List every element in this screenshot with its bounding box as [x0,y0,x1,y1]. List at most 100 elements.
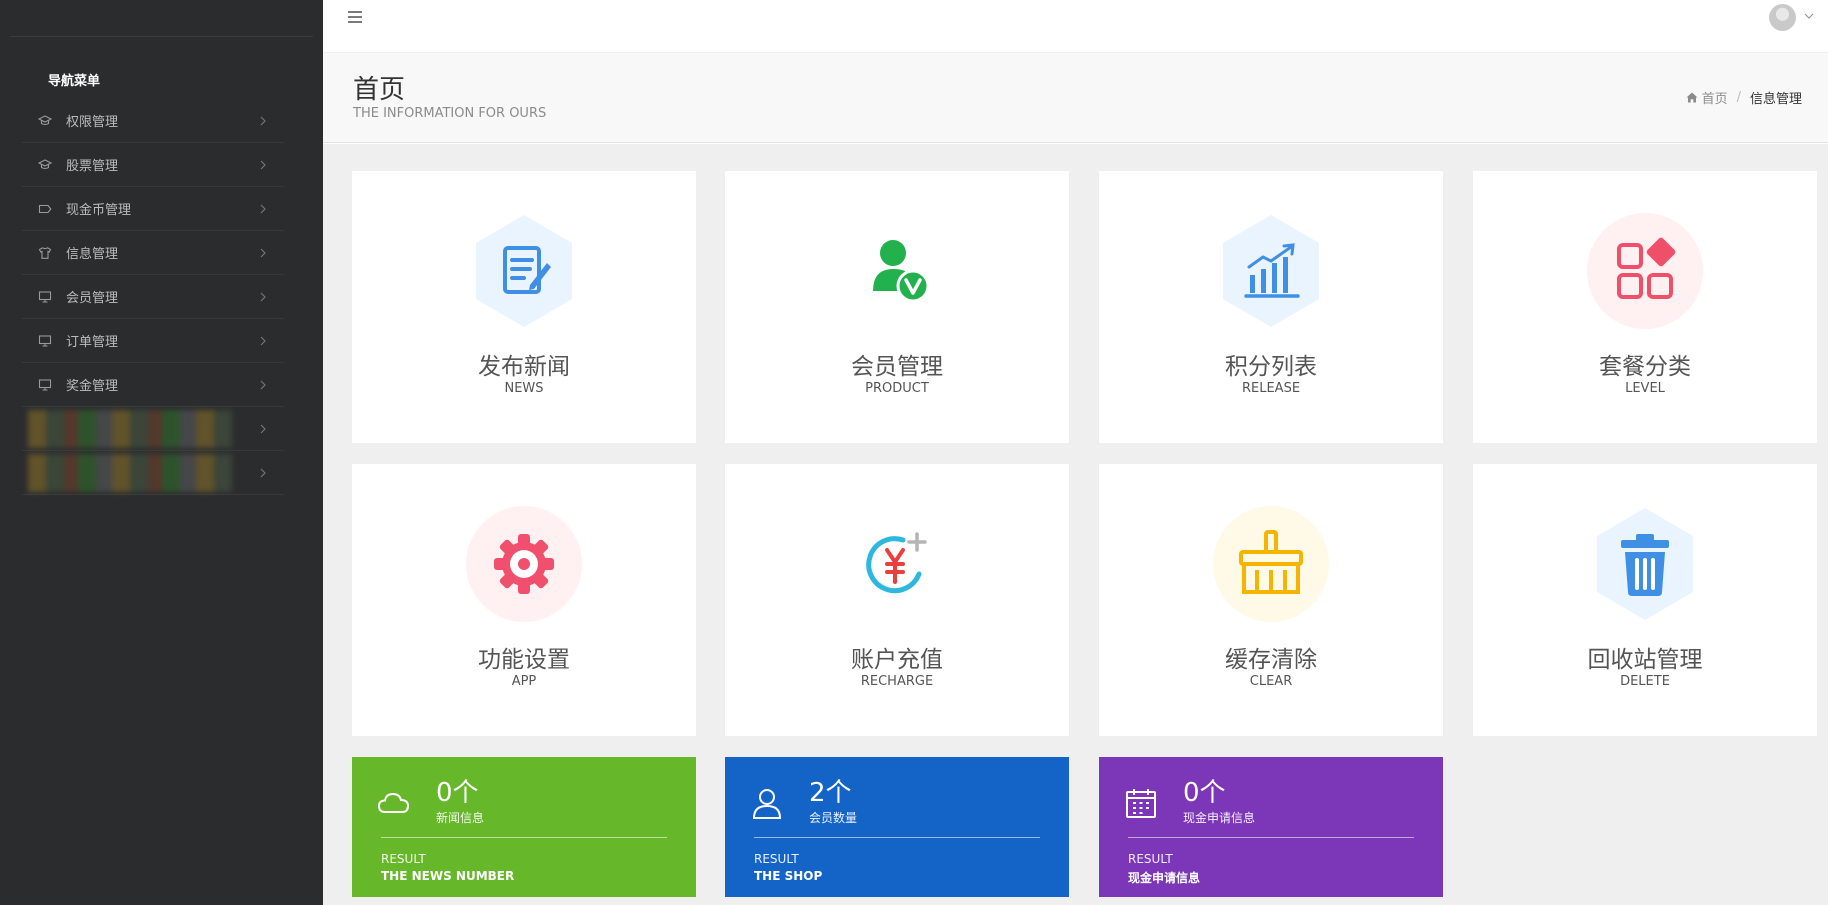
chevron-right-icon [256,334,270,348]
yuan-recharge-icon [837,504,957,624]
breadcrumb-separator: / [1736,90,1741,105]
stat-desc: THE SHOP [754,869,823,883]
card-subtitle: RECHARGE [860,674,934,689]
bar-chart-icon [1211,211,1331,331]
sidebar-item-stocks[interactable]: 股票管理 [22,143,284,187]
card-subtitle: LEVEL [1625,381,1665,396]
card-subtitle: APP [511,674,537,689]
sidebar-item-label: 会员管理 [66,291,119,306]
card-package-category[interactable]: 套餐分类 LEVEL [1473,171,1817,443]
graduation-cap-icon [38,114,52,128]
gear-icon [464,504,584,624]
sidebar: 导航菜单 权限管理 股票管理 现金币管理 信息管理 会员管理 订单管理 奖金管理 [0,0,323,905]
trash-icon [1585,504,1705,624]
menu-toggle-icon[interactable] [348,11,362,23]
card-title: 回收站管理 [1587,647,1703,673]
user-icon [749,785,785,821]
card-subtitle: DELETE [1620,674,1670,689]
card-subtitle: CLEAR [1249,674,1293,689]
monitor-icon [38,378,52,392]
stat-cash-applications[interactable]: 0个 现金申请信息 RESULT 现金申请信息 [1099,757,1443,897]
stat-desc: THE NEWS NUMBER [381,869,515,883]
cloud-icon [376,785,412,821]
card-publish-news[interactable]: 发布新闻 NEWS [352,171,696,443]
redacted-blur [28,409,232,448]
stat-result: RESULT [754,852,799,866]
sidebar-item-label: 股票管理 [66,159,119,174]
chevron-down-icon[interactable] [1804,12,1814,20]
dashboard-content: 发布新闻 NEWS 会员管理 PRODUCT 积分列表 RELEASE 套餐分类… [323,144,1828,905]
chevron-right-icon [256,378,270,392]
stat-label: 新闻信息 [436,811,485,825]
tag-icon [38,202,52,216]
card-subtitle: NEWS [504,381,544,396]
monitor-icon [38,290,52,304]
card-subtitle: RELEASE [1241,381,1301,396]
card-title: 会员管理 [851,354,943,380]
stat-divider [754,837,1040,838]
card-title: 账户充值 [851,647,943,673]
stat-divider [1128,837,1414,838]
stat-member-count[interactable]: 2个 会员数量 RESULT THE SHOP [725,757,1069,897]
breadcrumb: 首页 / 信息管理 [1686,88,1802,107]
page-subtitle: THE INFORMATION FOR OURS [353,106,547,121]
broom-icon [1211,504,1331,624]
nav-list: 权限管理 股票管理 现金币管理 信息管理 会员管理 订单管理 奖金管理 [22,99,284,495]
card-member-management[interactable]: 会员管理 PRODUCT [725,171,1069,443]
news-edit-icon [464,211,584,331]
avatar[interactable] [1769,4,1796,31]
card-title: 积分列表 [1225,354,1317,380]
stat-news-count[interactable]: 0个 新闻信息 RESULT THE NEWS NUMBER [352,757,696,897]
chevron-right-icon [256,422,270,436]
sidebar-item-members[interactable]: 会员管理 [22,275,284,319]
sidebar-item-redacted[interactable] [22,407,284,451]
chevron-right-icon [256,246,270,260]
page-header: 首页 THE INFORMATION FOR OURS 首页 / 信息管理 [323,53,1828,143]
stat-value: 0个 [436,778,479,808]
top-bar [323,0,1828,53]
stat-result: RESULT [1128,852,1173,866]
category-grid-icon [1585,211,1705,331]
card-recycle-bin[interactable]: 回收站管理 DELETE [1473,464,1817,736]
stat-label: 现金申请信息 [1183,811,1256,825]
chevron-right-icon [256,202,270,216]
chevron-right-icon [256,466,270,480]
card-title: 缓存清除 [1225,647,1317,673]
sidebar-item-label: 订单管理 [66,335,119,350]
sidebar-item-permissions[interactable]: 权限管理 [22,99,284,143]
breadcrumb-current: 信息管理 [1749,92,1802,107]
sidebar-item-label: 奖金管理 [66,379,119,394]
sidebar-item-label: 现金币管理 [66,203,132,218]
card-title: 套餐分类 [1599,354,1691,380]
sidebar-top-divider [10,0,313,37]
chevron-right-icon [256,290,270,304]
sidebar-item-information[interactable]: 信息管理 [22,231,284,275]
nav-header: 导航菜单 [48,74,101,89]
shirt-icon [38,246,52,260]
graduation-cap-icon [38,158,52,172]
card-points-list[interactable]: 积分列表 RELEASE [1099,171,1443,443]
card-account-recharge[interactable]: 账户充值 RECHARGE [725,464,1069,736]
stat-label: 会员数量 [809,811,858,825]
stat-divider [381,837,667,838]
monitor-icon [38,334,52,348]
breadcrumb-home-link[interactable]: 首页 [1702,88,1728,107]
card-title: 功能设置 [478,647,570,673]
sidebar-item-bonus[interactable]: 奖金管理 [22,363,284,407]
stat-desc: 现金申请信息 [1128,871,1201,885]
card-clear-cache[interactable]: 缓存清除 CLEAR [1099,464,1443,736]
redacted-blur [28,453,232,492]
page-title: 首页 [353,75,406,105]
sidebar-item-redacted[interactable] [22,451,284,495]
stat-value: 2个 [809,778,852,808]
sidebar-item-label: 权限管理 [66,115,119,130]
sidebar-item-label: 信息管理 [66,247,119,262]
sidebar-item-cash-coins[interactable]: 现金币管理 [22,187,284,231]
sidebar-item-orders[interactable]: 订单管理 [22,319,284,363]
chevron-right-icon [256,158,270,172]
member-verified-icon [837,211,957,331]
card-subtitle: PRODUCT [865,381,929,396]
card-title: 发布新闻 [478,354,570,380]
chevron-right-icon [256,114,270,128]
card-function-settings[interactable]: 功能设置 APP [352,464,696,736]
